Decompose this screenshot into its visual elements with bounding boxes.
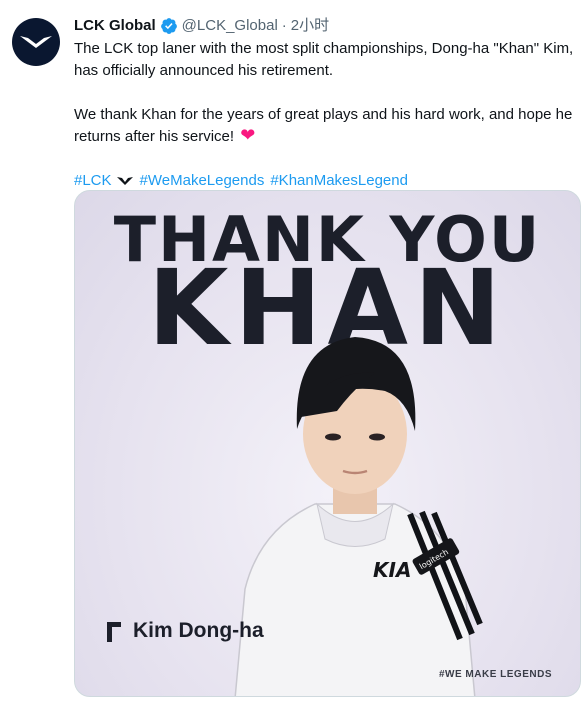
separator-dot: · [281,17,287,34]
bracket-icon [107,622,121,642]
heart-icon: ❤ [240,125,256,145]
tweet-paragraph-2: We thank Khan for the years of great pla… [74,104,574,148]
account-name[interactable]: LCK Global [74,16,156,36]
verified-badge-icon [160,18,177,34]
tweet-header: LCK Global @LCK_Global · 2小时 [74,16,329,36]
account-handle[interactable]: @LCK_Global [182,16,278,36]
tweet-paragraph-1: The LCK top laner with the most split ch… [74,40,574,79]
hashtag-khanmakeslegend[interactable]: #KhanMakesLegend [270,170,408,192]
player-photo: KIA logitech [234,337,483,696]
tweet-image[interactable]: THANK YOU KHAN KIA logitech Kim Dong-ha … [74,190,581,697]
post-time[interactable]: 2小时 [291,16,329,36]
player-name: Kim Dong-ha [133,619,264,642]
kia-logo: KIA [373,558,411,582]
tweet-paragraph-2-text: We thank Khan for the years of great pla… [74,106,573,145]
lck-logo-icon [20,36,52,48]
hashtag-row: #LCK #WeMakeLegends #KhanMakesLegend [74,170,574,192]
player-caption: Kim Dong-ha [105,619,264,643]
we-make-legends-footer: #WE MAKE LEGENDS [438,669,552,680]
lck-hashflag-icon [116,177,133,185]
hashtag-lck[interactable]: #LCK [74,170,112,192]
tweet[interactable]: LCK Global @LCK_Global · 2小时 The LCK top… [0,0,588,701]
tweet-text: The LCK top laner with the most split ch… [74,38,574,192]
avatar[interactable] [12,18,60,66]
hashtag-wemakelegends[interactable]: #WeMakeLegends [140,170,265,192]
